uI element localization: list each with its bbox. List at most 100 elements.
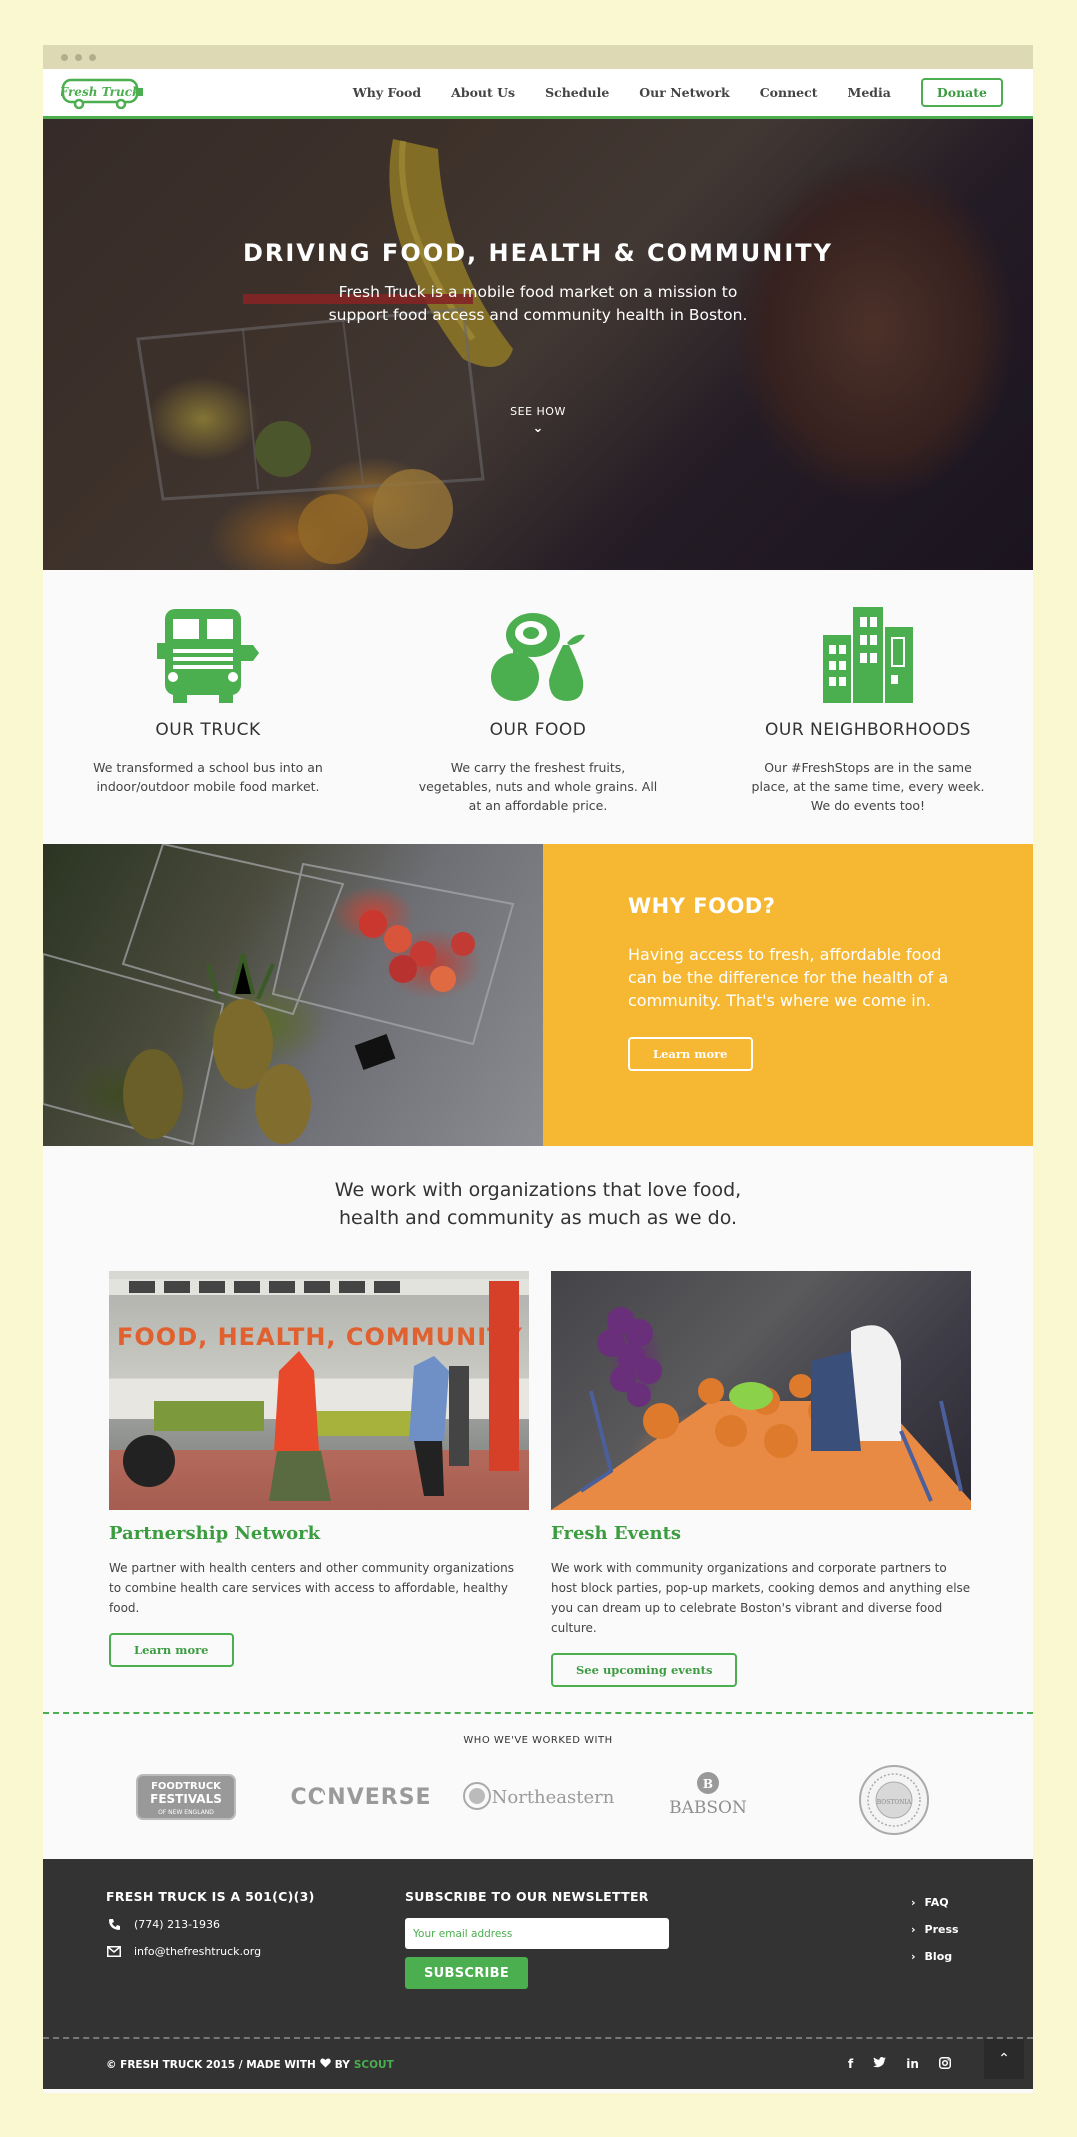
footer-contact: FRESH TRUCK IS A 501(C)(3) (774) 213-193… [106,1889,315,1958]
site-footer: FRESH TRUCK IS A 501(C)(3) (774) 213-193… [43,1859,1033,2037]
fresh-events-card: Fresh Events We work with community orga… [551,1271,971,1687]
see-how-link[interactable]: SEE HOW [43,405,1033,418]
nav-about-us[interactable]: About Us [451,85,515,100]
svg-text:FESTIVALS: FESTIVALS [150,1792,222,1806]
back-to-top-button[interactable]: ⌃ [984,2039,1024,2079]
footer-links: › FAQ › Press › Blog [911,1896,959,1977]
browser-window: Fresh Truck Why Food About Us Schedule O… [43,45,1033,2093]
features-section: OUR TRUCK We transformed a school bus in… [43,570,1033,844]
svg-text:Northeastern: Northeastern [492,1787,615,1808]
window-dot [75,53,82,61]
feature-food: OUR FOOD We carry the freshest fruits, v… [373,605,703,844]
email-address: info@thefreshtruck.org [134,1945,262,1958]
learn-more-button[interactable]: Learn more [109,1633,234,1667]
feature-truck: OUR TRUCK We transformed a school bus in… [43,605,373,844]
nav-our-network[interactable]: Our Network [639,85,729,100]
partnership-network-card: FOOD, HEALTH, COMMUNITY Partnership Netw… [109,1271,529,1667]
footer-link-faq[interactable]: › FAQ [911,1896,959,1909]
why-food-title: WHY FOOD? [628,894,776,918]
donate-button[interactable]: Donate [920,78,1003,107]
feature-text: Our #FreshStops are in the same place, a… [751,760,985,813]
phone-icon [106,1918,122,1931]
card-title[interactable]: Partnership Network [109,1523,529,1544]
newsletter-title: SUBSCRIBE TO OUR NEWSLETTER [405,1889,649,1904]
learn-more-button[interactable]: Learn more [628,1037,753,1071]
twitter-icon[interactable] [873,2057,887,2072]
feature-neighborhoods: OUR NEIGHBORHOODS Our #FreshStops are in… [703,605,1033,844]
nav-schedule[interactable]: Schedule [545,85,609,100]
hero-title: DRIVING FOOD, HEALTH & COMMUNITY [242,239,834,267]
buildings-icon [703,605,1033,705]
feature-text: We transformed a school bus into an indo… [93,760,323,794]
chevron-right-icon: › [911,1923,916,1936]
card-text: We work with community organizations and… [551,1561,971,1635]
footer-link-label: Blog [924,1950,953,1963]
chevron-right-icon: › [911,1950,916,1963]
partner-logos: FOODTRUCK FESTIVALS OF NEW ENGLAND CONVE… [43,1764,1033,1836]
svg-text:B: B [703,1777,713,1791]
card-title[interactable]: Fresh Events [551,1523,971,1544]
footer-link-label: FAQ [924,1896,949,1909]
site-header: Fresh Truck Why Food About Us Schedule O… [43,69,1033,119]
organizations-lead: We work with organizations that love foo… [334,1179,742,1229]
heart-icon [320,2058,331,2071]
subscribe-button[interactable]: SUBSCRIBE [405,1957,529,1989]
svg-text:OF NEW ENGLAND: OF NEW ENGLAND [158,1809,214,1816]
svg-text:BABSON: BABSON [669,1798,747,1818]
facebook-icon[interactable]: f [848,2057,853,2072]
see-upcoming-events-button[interactable]: See upcoming events [551,1653,738,1687]
organizations-section: We work with organizations that love foo… [43,1146,1033,1712]
copyright-text: © FRESH TRUCK 2015 / MADE WITH [106,2058,316,2071]
converse-logo[interactable]: CONVERSE [291,1779,431,1813]
chevron-up-icon: ⌃ [998,2051,1010,2067]
svg-text:Fresh Truck: Fresh Truck [61,85,140,99]
newsletter-form: SUBSCRIBE TO OUR NEWSLETTER SUBSCRIBE [405,1889,669,1989]
hero-subtitle: Fresh Truck is a mobile food market on a… [328,283,748,324]
produce-stand-photo [43,844,543,1146]
why-food-text: Having access to fresh, affordable food … [628,945,949,1010]
nav-media[interactable]: Media [848,85,891,100]
produce-icon [373,605,703,705]
linkedin-icon[interactable]: in [906,2057,919,2072]
bus-photo: FOOD, HEALTH, COMMUNITY [109,1271,529,1510]
main-nav: Why Food About Us Schedule Our Network C… [323,78,1003,107]
phone-number: (774) 213-1936 [134,1918,221,1931]
why-food-panel: WHY FOOD? Having access to fresh, afford… [543,844,1033,1146]
chevron-down-icon[interactable]: ⌄ [43,421,1033,436]
card-text: We partner with health centers and other… [109,1561,514,1615]
why-food-section: WHY FOOD? Having access to fresh, afford… [43,844,1033,1146]
footer-link-press[interactable]: › Press [911,1923,959,1936]
feature-title: OUR FOOD [489,720,587,740]
window-dot [61,53,68,61]
instagram-icon[interactable] [938,2057,951,2072]
feature-title: OUR NEIGHBORHOODS [765,720,971,740]
foodtruck-festivals-logo[interactable]: FOODTRUCK FESTIVALS OF NEW ENGLAND [136,1774,236,1820]
footer-phone[interactable]: (774) 213-1936 [106,1918,315,1931]
school-bus-icon [43,605,373,705]
nav-why-food[interactable]: Why Food [353,85,421,100]
footer-org-title: FRESH TRUCK IS A 501(C)(3) [106,1889,315,1904]
city-seal-logo[interactable]: BOSTONIA [858,1764,930,1836]
svg-text:CONVERSE: CONVERSE [291,1785,431,1810]
partners-label: WHO WE'VE WORKED WITH [463,1735,613,1746]
hero-banner: DRIVING FOOD, HEALTH & COMMUNITY Fresh T… [43,119,1033,570]
feature-text: We carry the freshest fruits, vegetables… [418,760,658,813]
nav-connect[interactable]: Connect [760,85,818,100]
scout-link[interactable]: SCOUT [354,2059,394,2071]
babson-logo[interactable]: B BABSON [668,1769,748,1819]
feature-title: OUR TRUCK [155,720,261,740]
footer-link-blog[interactable]: › Blog [911,1950,959,1963]
hero-overlay [43,119,1033,570]
newsletter-email-input[interactable] [405,1918,669,1949]
envelope-icon [106,1946,122,1957]
svg-text:BOSTONIA: BOSTONIA [877,1799,912,1806]
copyright-by: BY [334,2058,350,2071]
window-chrome [43,45,1033,69]
fresh-truck-logo[interactable]: Fresh Truck [61,77,145,109]
chevron-right-icon: › [911,1896,916,1909]
footer-email[interactable]: info@thefreshtruck.org [106,1945,315,1958]
events-photo [551,1271,971,1510]
northeastern-logo[interactable]: Northeastern [463,1779,618,1813]
copyright: © FRESH TRUCK 2015 / MADE WITH BY SCOUT [106,2058,394,2071]
truck-logo-icon: Fresh Truck [61,78,143,109]
